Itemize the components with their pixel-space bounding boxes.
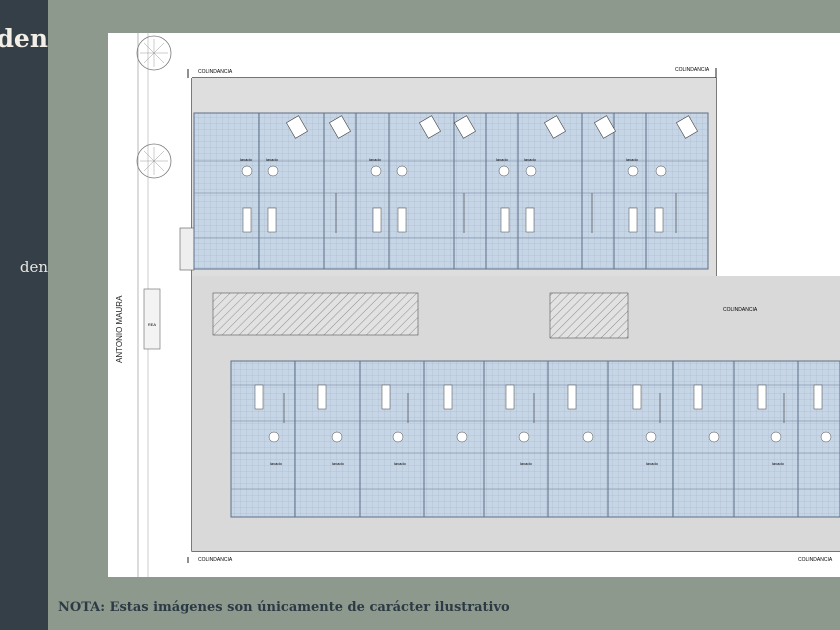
hatched-ramp — [212, 292, 419, 336]
floor-plan: REA ANTONIO MAURA COLINDANCIA COLINDANCI… — [108, 33, 840, 577]
upper-block — [193, 112, 709, 270]
svg-text:lavado: lavado — [496, 157, 509, 162]
lower-block — [230, 360, 840, 518]
svg-text:lavado: lavado — [524, 157, 537, 162]
svg-text:lavado: lavado — [394, 461, 407, 466]
hatched-stair — [549, 292, 629, 339]
svg-text:lavado: lavado — [626, 157, 639, 162]
boundary-label-se: COLINDANCIA — [798, 557, 833, 563]
boundary-label-sw: COLINDANCIA — [198, 557, 233, 563]
boundary-label-nw: COLINDANCIA — [198, 69, 233, 75]
disclaimer-note: NOTA: Estas imágenes son únicamente de c… — [58, 600, 510, 615]
svg-text:lavado: lavado — [646, 461, 659, 466]
access-gate — [143, 288, 161, 350]
svg-text:lavado: lavado — [240, 157, 253, 162]
access-label: REA — [148, 322, 157, 327]
boundary-label-e: COLINDANCIA — [723, 307, 758, 313]
street-label: ANTONIO MAURA — [115, 295, 124, 363]
svg-text:lavado: lavado — [772, 461, 785, 466]
boundary-label-ne: COLINDANCIA — [675, 67, 710, 73]
svg-text:lavado: lavado — [266, 157, 279, 162]
svg-text:lavado: lavado — [270, 461, 283, 466]
sidebar: den den — [0, 0, 48, 630]
svg-text:lavado: lavado — [332, 461, 345, 466]
tree-icon — [136, 143, 172, 179]
svg-text:lavado: lavado — [369, 157, 382, 162]
svg-text:lavado: lavado — [520, 461, 533, 466]
tree-icon — [136, 35, 172, 71]
floor-plan-drawing: REA ANTONIO MAURA COLINDANCIA COLINDANCI… — [115, 33, 840, 577]
